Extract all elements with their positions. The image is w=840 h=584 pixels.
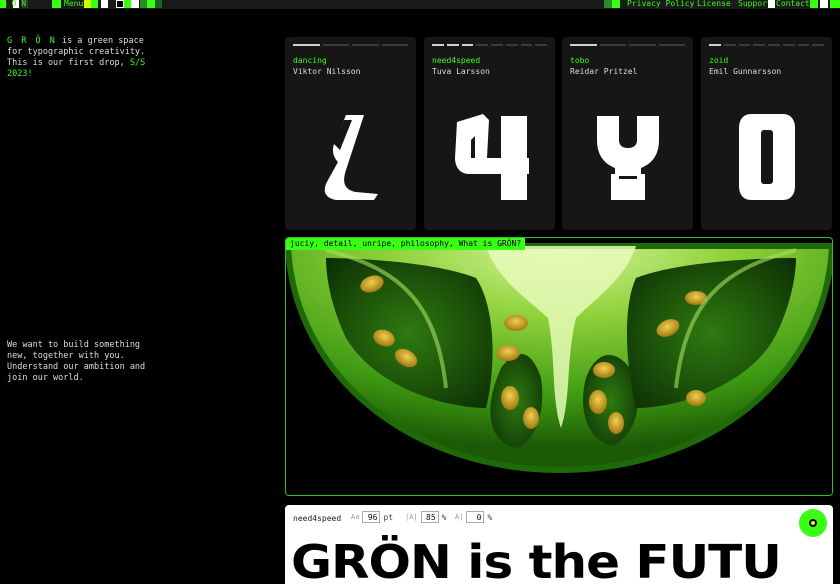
progress-segment — [768, 44, 780, 46]
top-bar: G Ö N Menu Privacy Policy License Suppor… — [0, 0, 840, 9]
card-author: Tuva Larsson — [432, 67, 490, 76]
pixel-block — [155, 0, 162, 8]
card-font-name: zoid — [709, 56, 729, 65]
brand-name: G R Ö N — [7, 36, 57, 46]
card-glyph — [285, 107, 416, 207]
progress-segment — [629, 44, 656, 46]
leading-input[interactable] — [466, 511, 485, 523]
menu-button[interactable]: Menu — [64, 0, 83, 8]
progress-segment — [723, 44, 736, 46]
leading-icon: A| — [455, 513, 464, 521]
size-unit: pt — [383, 512, 394, 522]
hero-tags[interactable]: juciy, detail, unripe, philosophy, What … — [286, 238, 526, 250]
pixel-block — [612, 0, 620, 8]
type-tester: need4speed Aa pt |A| % A| % GRÖN is the … — [285, 505, 833, 584]
pixel-block — [147, 0, 155, 8]
pixel-block — [810, 0, 818, 8]
hero-image-panel[interactable]: juciy, detail, unripe, philosophy, What … — [285, 237, 833, 496]
card-progress — [570, 44, 685, 46]
card-glyph — [562, 107, 693, 207]
card-progress — [293, 44, 408, 46]
progress-segment — [381, 44, 408, 46]
card-glyph — [424, 107, 555, 207]
card-font-name: dancing — [293, 56, 327, 65]
progress-segment — [812, 44, 824, 46]
green-tomato-image — [286, 238, 832, 495]
card-author: Viktor Nilsson — [293, 67, 361, 76]
invite-text: We want to build something new, together… — [7, 340, 146, 383]
progress-segment — [520, 44, 533, 46]
tester-preview-text[interactable]: GRÖN is the FUTU — [291, 535, 782, 584]
nav-link-privacy[interactable]: Privacy Policy — [627, 0, 694, 8]
card-progress — [709, 44, 824, 46]
pixel-block — [768, 0, 775, 8]
pixel-block — [84, 0, 91, 8]
pixel-block — [131, 0, 139, 8]
logo-pixel-block — [52, 0, 61, 8]
progress-segment — [461, 44, 474, 46]
card-author: Reidar Pritzel — [570, 67, 638, 76]
card-author: Emil Gunnarsson — [709, 67, 782, 76]
progress-segment — [753, 44, 765, 46]
pixel-block — [830, 0, 840, 8]
progress-segment — [476, 44, 488, 46]
pixel-block — [116, 0, 124, 8]
pixel-block — [140, 0, 147, 8]
progress-segment — [782, 44, 795, 46]
leading-unit: % — [487, 512, 493, 522]
target-icon-center — [809, 519, 817, 527]
pixel-block — [124, 0, 131, 8]
size-icon: Aa — [351, 513, 360, 521]
tracking-icon: |A| — [405, 513, 418, 521]
card-glyph — [701, 107, 832, 207]
tracking-control: |A| % — [405, 511, 446, 523]
intro-text: G R Ö N is a green space for typographic… — [7, 36, 157, 80]
progress-segment — [505, 44, 518, 46]
pixel-block — [604, 0, 612, 8]
nav-link-license[interactable]: License — [697, 0, 731, 8]
pixel-block — [91, 0, 98, 8]
leading-control: A| % — [455, 511, 492, 523]
font-card-zoid[interactable]: zoid Emil Gunnarsson — [701, 37, 832, 230]
font-card-need4speed[interactable]: need4speed Tuva Larsson — [424, 37, 555, 230]
progress-segment — [535, 44, 547, 46]
size-input[interactable] — [362, 511, 381, 523]
progress-segment — [797, 44, 810, 46]
pixel-block — [820, 0, 828, 8]
font-card-tobo[interactable]: tobo Reidar Pritzel — [562, 37, 693, 230]
target-icon[interactable] — [799, 509, 827, 537]
progress-segment — [570, 44, 597, 46]
size-control: Aa pt — [351, 511, 393, 523]
progress-segment — [293, 44, 320, 46]
pixel-block — [101, 0, 108, 8]
progress-segment — [658, 44, 685, 46]
nav-link-contact[interactable]: Contact — [776, 0, 810, 8]
tester-font-name[interactable]: need4speed — [293, 514, 341, 523]
progress-segment — [446, 44, 459, 46]
card-progress — [432, 44, 547, 46]
progress-segment — [491, 44, 503, 46]
progress-segment — [432, 44, 444, 46]
progress-segment — [322, 44, 349, 46]
font-card-dancing[interactable]: dancing Viktor Nilsson — [285, 37, 416, 230]
progress-segment — [709, 44, 721, 46]
card-font-name: tobo — [570, 56, 590, 65]
card-font-name: need4speed — [432, 56, 481, 65]
tracking-unit: % — [441, 512, 447, 522]
progress-segment — [738, 44, 751, 46]
nav-link-support[interactable]: Support — [738, 0, 772, 8]
tracking-input[interactable] — [420, 511, 439, 523]
logo[interactable]: G Ö N — [2, 0, 26, 8]
progress-segment — [599, 44, 626, 46]
progress-segment — [352, 44, 379, 46]
